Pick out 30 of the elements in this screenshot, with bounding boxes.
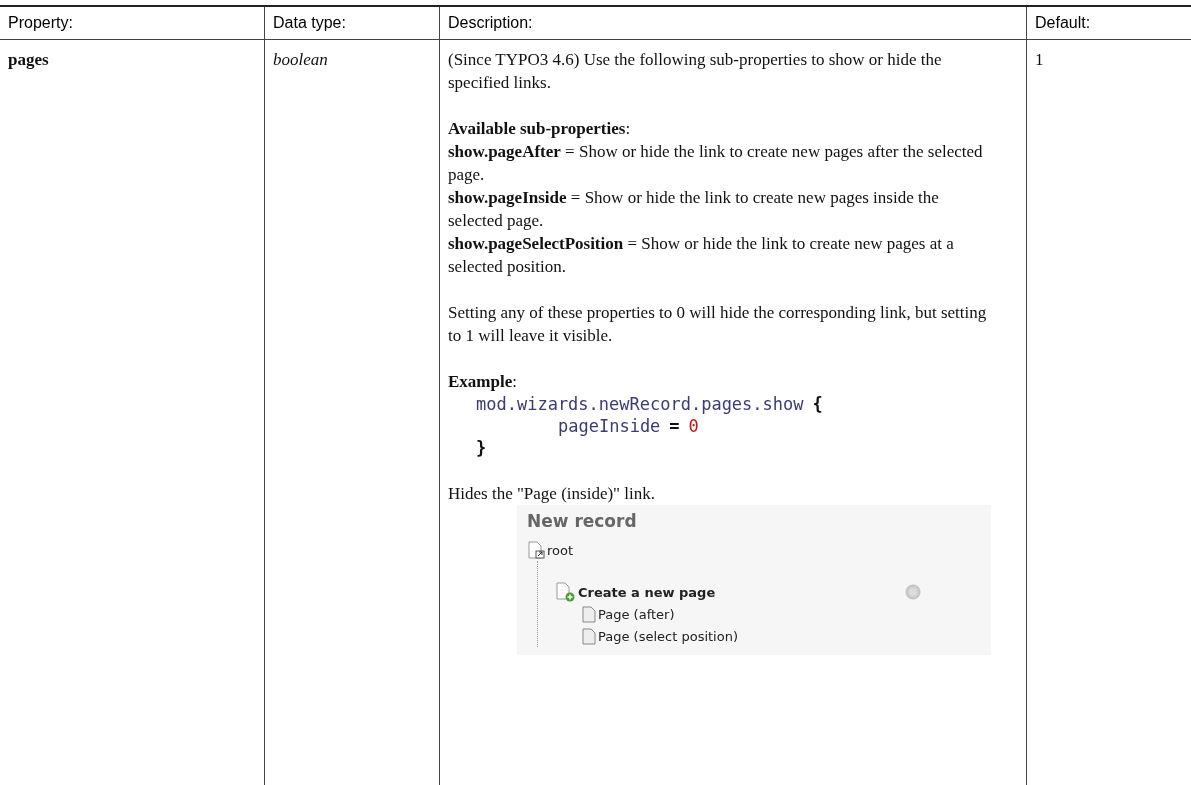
new-page-icon	[554, 582, 576, 602]
sub-property-text: Available sub-properties:	[448, 118, 632, 140]
panel-title: New record	[527, 511, 638, 531]
caption-text: Hides the "Page (inside)" link.	[448, 483, 656, 505]
sub-property-text: show.pageAfter = Show or hide the link to create new pages after the selected page.	[448, 141, 984, 186]
code-token: mod.wizards.newRecord.pages.show	[476, 394, 804, 414]
description-text: (Since TYPO3 4.6) Use the following sub-properties to show or hide the specified links.	[448, 49, 943, 94]
code-token: pageInside	[558, 416, 661, 436]
default-value: 1	[1035, 50, 1044, 69]
root-item[interactable]: root	[547, 542, 574, 558]
column-header: Property:	[0, 6, 265, 40]
page-link-icon	[527, 541, 545, 559]
example-label: Example:	[448, 371, 518, 393]
page-icon	[582, 627, 596, 645]
group-title: Create a new page	[578, 584, 716, 600]
property-name: pages	[8, 50, 49, 69]
sub-property-text: show.pageInside = Show or hide the link to create new pages inside the selected page.	[448, 187, 940, 232]
sub-property-text: show.pageSelectPosition = Show or hide the link to create new pages at a selected position.	[448, 233, 955, 278]
code-token: =	[669, 416, 680, 436]
code-token: {	[812, 394, 823, 414]
page-icon	[582, 605, 596, 623]
code-token: 0	[688, 416, 699, 436]
code-token: }	[476, 438, 487, 458]
column-header: Data type:	[264, 6, 440, 40]
description-text: Setting any of these properties to 0 will hide the corresponding link, but setting to 1 will leave it visible.	[448, 302, 988, 347]
page-link[interactable]: Page (select position)	[598, 628, 738, 644]
column-header: Description:	[439, 6, 1027, 40]
data-type: boolean	[273, 50, 328, 69]
page-link[interactable]: Page (after)	[598, 606, 675, 622]
column-header: Default:	[1026, 6, 1191, 40]
